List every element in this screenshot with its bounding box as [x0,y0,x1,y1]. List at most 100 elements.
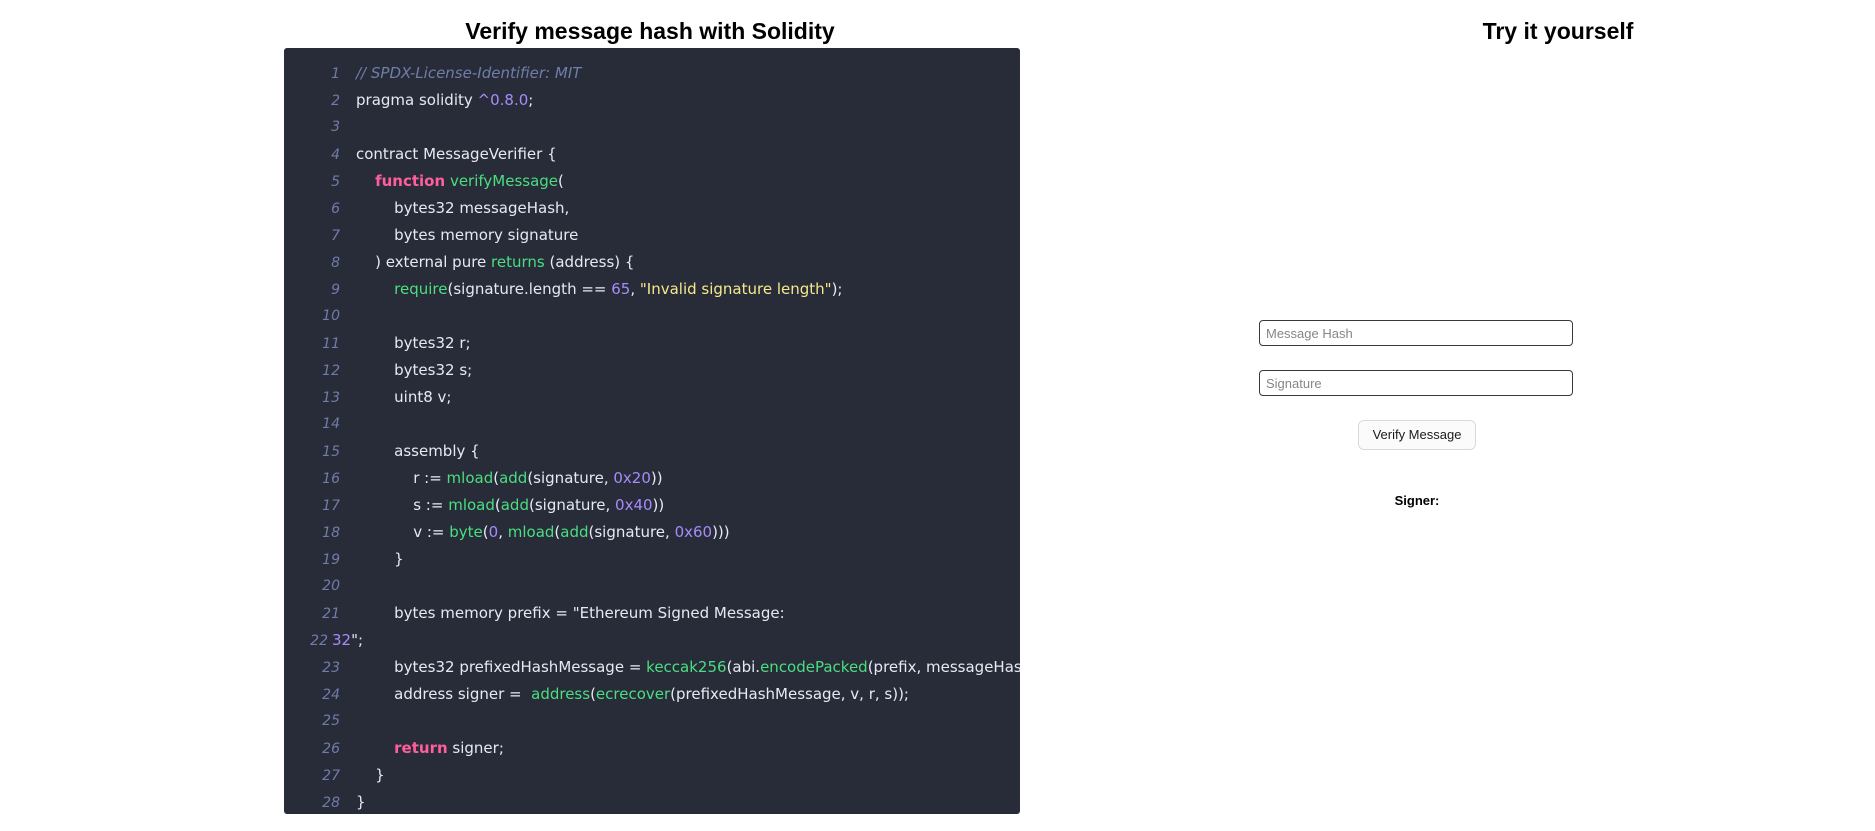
code-token: "Ethereum Signed Message: [573,604,785,622]
code-line: 15 assembly { [284,438,1020,465]
code-token [356,280,394,298]
code-token: add [499,469,527,487]
code-token: address [531,685,590,703]
code-line-text: bytes memory prefix = "Ethereum Signed … [352,600,785,627]
code-token: ( [558,172,564,190]
signer-label-text: Signer: [1395,493,1440,508]
line-number: 9 [284,277,352,304]
line-number: 13 [284,385,352,412]
code-block: 1 // SPDX-License-Identifier: MIT 2 pragma … [284,48,1020,814]
line-number: 4 [284,142,352,169]
code-token: } [356,793,366,811]
line-number: 1 [284,61,352,88]
code-token: byte [449,523,483,541]
code-token: signer; [448,739,504,757]
line-number: 10 [284,303,352,330]
code-line: 14 [284,411,1020,438]
code-line: 3 [284,114,1020,141]
line-number: 14 [284,411,352,438]
code-token: (signature, [527,469,613,487]
code-line: 24 address signer = address(ecrecover(pr… [284,681,1020,708]
code-line-text: v := byte(0, mload(add(signature, 0x60))… [352,519,730,546]
code-token: ) external pure [356,253,491,271]
code-token: ); [832,280,843,298]
code-line-text: uint8 v; [352,384,451,411]
code-token: add [501,496,529,514]
code-line: 6 bytes32 messageHash, [284,195,1020,222]
line-number: 18 [284,520,352,547]
code-token: (prefixedHashMessage, v, r, s)); [670,685,909,703]
try-it-yourself-form: Verify Message Signer: [1259,320,1575,508]
code-line: 25 [284,708,1020,735]
code-token: assembly { [356,442,480,460]
verify-message-button[interactable]: Verify Message [1358,420,1477,450]
code-token: } [356,766,385,784]
code-token: verifyMessage [450,172,558,190]
code-line: 26 return signer; [284,735,1020,762]
line-number: 23 [284,655,352,682]
code-token: ))) [712,523,730,541]
message-hash-input[interactable] [1259,320,1573,346]
code-token: 0x60 [675,523,713,541]
page-root: Verify message hash with Solidity Try it… [0,0,1875,831]
code-line-text: return signer; [352,735,504,762]
code-line: 16 r := mload(add(signature, 0x20)) [284,465,1020,492]
code-line-text: r := mload(add(signature, 0x20)) [352,465,663,492]
code-token: uint8 v; [356,388,451,406]
code-token [356,739,394,757]
code-token: } [356,550,404,568]
code-token: (prefix, messageHash)); [868,658,1020,676]
code-line-text: } [352,789,366,814]
line-number: 24 [284,682,352,709]
line-number: 11 [284,331,352,358]
page-title-right: Try it yourself [1300,15,1816,48]
code-token: (signature, [589,523,675,541]
code-line-text: } [352,546,404,573]
signer-result: Signer: [1259,493,1575,508]
code-token: (abi. [727,658,761,676]
code-token: pragma solidity [356,91,478,109]
code-token: // SPDX-License-Identifier: MIT [356,64,581,82]
page-title-left: Verify message hash with Solidity [0,15,1300,48]
line-number: 26 [284,736,352,763]
code-line: 10 [284,303,1020,330]
code-token: encodePacked [760,658,868,676]
code-token: )) [651,469,663,487]
code-line-text: pragma solidity ^0.8.0; [352,87,533,114]
code-token: (address) { [545,253,635,271]
code-token: 0 [489,523,499,541]
code-line: 13 uint8 v; [284,384,1020,411]
code-token: ecrecover [596,685,670,703]
code-line: 21 bytes memory prefix = "Ethereum Sign… [284,600,1020,627]
code-token: returns [491,253,545,271]
code-token: bytes memory prefix = [356,604,573,622]
code-token: 32 [332,631,351,649]
code-token: 65 [611,280,630,298]
line-number: 12 [284,358,352,385]
code-token [356,172,375,190]
code-line: 12 bytes32 s; [284,357,1020,384]
code-line: 11 bytes32 r; [284,330,1020,357]
code-token: (signature.length == [447,280,611,298]
code-line-text: s := mload(add(signature, 0x40)) [352,492,664,519]
code-token: contract MessageVerifier { [356,145,557,163]
code-token: mload [447,469,494,487]
line-number: 17 [284,493,352,520]
line-number: 8 [284,250,352,277]
code-line: 2 pragma solidity ^0.8.0; [284,87,1020,114]
code-token: bytes32 prefixedHashMessage = [356,658,646,676]
code-token: (signature, [529,496,615,514]
code-line: 28} [284,789,1020,814]
code-token: bytes32 s; [356,361,472,379]
code-line-text: // SPDX-License-Identifier: MIT [352,60,581,87]
line-number: 21 [284,601,352,628]
code-token: require [394,280,447,298]
code-token: bytes32 r; [356,334,471,352]
signature-input[interactable] [1259,370,1573,396]
code-line-text: function verifyMessage( [352,168,564,195]
code-line-text: bytes32 messageHash, [352,195,569,222]
code-token: 0x40 [615,496,653,514]
line-number: 28 [284,790,352,814]
code-token: ^0.8.0 [478,91,529,109]
code-token: address signer = [356,685,531,703]
